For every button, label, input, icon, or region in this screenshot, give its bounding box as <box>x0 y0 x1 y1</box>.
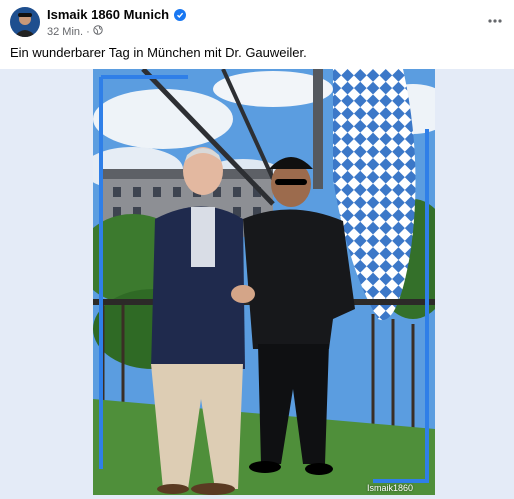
verified-badge-icon <box>174 8 187 21</box>
post-caption: Ein wunderbarer Tag in München mit Dr. G… <box>10 45 307 60</box>
post-photo[interactable]: Ismaik1860 <box>93 69 435 495</box>
photo-watermark: Ismaik1860 <box>366 483 413 493</box>
post-header: Ismaik 1860 Munich 32 Min. · <box>0 0 514 42</box>
author-name[interactable]: Ismaik 1860 Munich <box>47 7 169 22</box>
more-options-icon[interactable] <box>484 10 506 32</box>
author-avatar[interactable] <box>10 7 40 37</box>
author-line: Ismaik 1860 Munich <box>47 7 187 22</box>
meta-separator: · <box>86 25 90 38</box>
globe-icon <box>93 25 103 38</box>
post-meta: 32 Min. · <box>47 25 103 38</box>
post-timestamp[interactable]: 32 Min. <box>47 26 83 38</box>
facebook-post: Ismaik 1860 Munich 32 Min. · Ein wunderb… <box>0 0 514 499</box>
